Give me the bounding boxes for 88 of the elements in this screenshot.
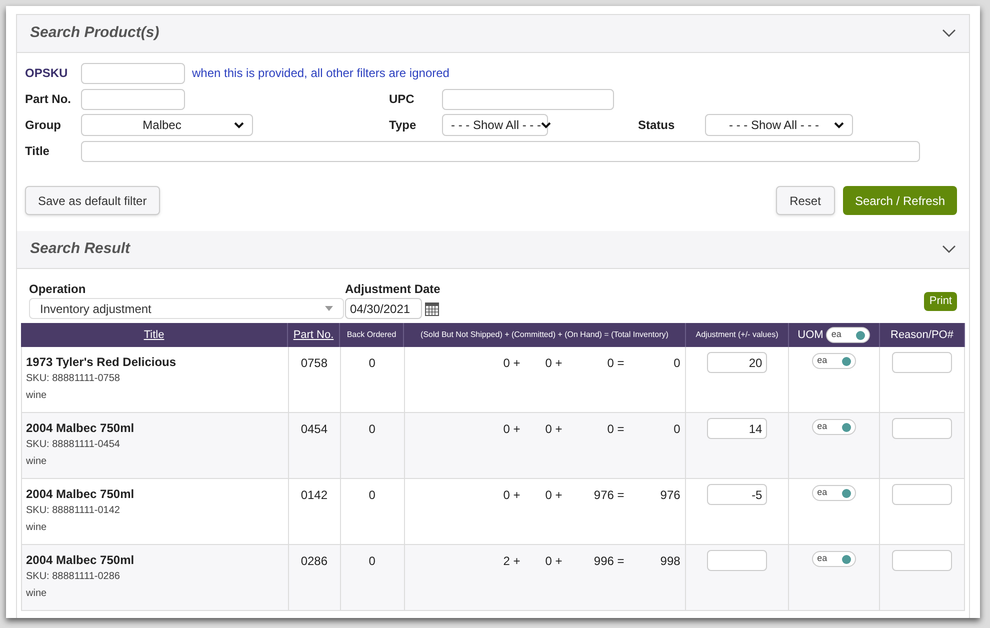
field-label: Adjustment Date	[345, 281, 440, 298]
category-text: wine	[26, 521, 48, 535]
column-header: (Sold But Not Shipped) + (Committed) + (On Hand) = (Total Inventory)	[420, 329, 668, 341]
column-header-link[interactable]: Part No.	[293, 326, 334, 344]
uom-toggle[interactable]: ea	[826, 327, 870, 343]
chevron-icon[interactable]	[942, 245, 956, 254]
table-cell-text: 0	[368, 553, 376, 570]
product-title: 1973 Tyler's Red Delicious	[26, 354, 178, 370]
table-cell-text: 0	[368, 355, 376, 372]
table-cell-text: 0 =	[607, 355, 624, 372]
field-label: Status	[638, 118, 675, 132]
column-header-link[interactable]: Title	[144, 326, 164, 344]
table-cell-text: 0 +	[545, 355, 562, 372]
table-cell-text: 0286	[300, 553, 328, 570]
adjustment-field[interactable]: 20	[707, 352, 768, 373]
table-cell-text: 976 =	[594, 487, 624, 504]
table-cell-text: 0 +	[545, 553, 562, 570]
caret-icon	[541, 122, 552, 128]
opsku-field[interactable]	[81, 62, 185, 84]
column-header: UOM	[798, 328, 824, 343]
table-cell-text: 976	[660, 487, 680, 504]
table-cell-text: 0142	[300, 487, 328, 504]
uom-toggle[interactable]: ea	[812, 419, 856, 435]
table-cell-text: 0	[368, 421, 376, 438]
reason-field[interactable]	[892, 418, 952, 439]
uom-toggle[interactable]: ea	[812, 353, 856, 369]
field-label: Part No.	[25, 92, 72, 106]
type-select[interactable]: - - - Show All - - -	[442, 114, 548, 136]
table-cell-text: 0454	[300, 421, 328, 438]
product-title: 2004 Malbec 750ml	[26, 552, 136, 568]
table-cell-text: 0	[674, 355, 680, 372]
caret-icon	[834, 122, 844, 128]
caret-icon	[234, 122, 244, 128]
table-cell-text: 0	[674, 421, 680, 438]
operation-select[interactable]: Inventory adjustment	[29, 298, 344, 319]
field-label: Group	[25, 118, 61, 132]
field-label: Type	[389, 118, 416, 132]
product-title: 2004 Malbec 750ml	[26, 486, 136, 502]
field-label: Title	[25, 144, 50, 158]
status-select[interactable]: - - - Show All - - -	[705, 114, 853, 136]
reason-field[interactable]	[892, 550, 952, 571]
search-button[interactable]: Search / Refresh	[842, 186, 957, 215]
table-cell-text: 0 =	[607, 421, 624, 438]
field-label: OPSKU	[25, 66, 68, 80]
table-cell-text: 0 +	[503, 421, 520, 438]
product-title: 2004 Malbec 750ml	[26, 420, 136, 436]
calendar-icon[interactable]	[425, 302, 439, 316]
reason-field[interactable]	[892, 484, 952, 505]
field-label: UPC	[389, 92, 414, 106]
part-no-field[interactable]	[81, 88, 185, 110]
table-cell-text: 2 +	[503, 553, 520, 570]
table-cell-text: 0 +	[545, 421, 562, 438]
panel-title: Search Result	[30, 239, 130, 260]
reset-button[interactable]: Reset	[776, 186, 835, 215]
caret-icon	[325, 306, 333, 311]
print-button[interactable]: Print	[924, 292, 957, 311]
title-field[interactable]	[81, 140, 920, 162]
sku-text: SKU: 88881111-0758	[26, 372, 121, 386]
reason-field[interactable]	[892, 352, 952, 373]
sku-text: SKU: 88881111-0142	[26, 504, 121, 518]
category-text: wine	[26, 389, 48, 403]
table-cell-text: 996 =	[594, 553, 624, 570]
table-cell-text: 0	[368, 487, 376, 504]
column-header: Reason/PO#	[890, 328, 954, 343]
table-cell-text: 0758	[300, 355, 328, 372]
field-label: Operation	[29, 281, 87, 298]
category-text: wine	[26, 587, 48, 601]
table-cell-text: 0 +	[545, 487, 562, 504]
group-select[interactable]: Malbec	[81, 114, 253, 136]
uom-toggle[interactable]: ea	[812, 551, 856, 567]
panel-title: Search Product(s)	[30, 23, 160, 44]
category-text: wine	[26, 455, 48, 469]
hint-text: when this is provided, all other filters are ignored	[192, 65, 450, 82]
adjustment-field[interactable]	[707, 550, 768, 571]
upc-field[interactable]	[442, 88, 614, 110]
table-cell-text: 998	[660, 553, 680, 570]
uom-toggle[interactable]: ea	[812, 485, 856, 501]
sku-text: SKU: 88881111-0454	[26, 438, 121, 452]
column-header: Adjustment (+/- values)	[696, 329, 778, 341]
adjustment-field[interactable]: 14	[707, 418, 768, 439]
save-default-button[interactable]: Save as default filter	[25, 186, 160, 215]
adjustment-field[interactable]: -5	[707, 484, 768, 505]
column-header: Back Ordered	[346, 329, 396, 341]
date-field[interactable]: 04/30/2021	[345, 298, 422, 319]
table-cell-text: 0 +	[503, 487, 520, 504]
table-cell-text: 0 +	[503, 355, 520, 372]
sku-text: SKU: 88881111-0286	[26, 570, 121, 584]
chevron-icon[interactable]	[942, 29, 956, 38]
